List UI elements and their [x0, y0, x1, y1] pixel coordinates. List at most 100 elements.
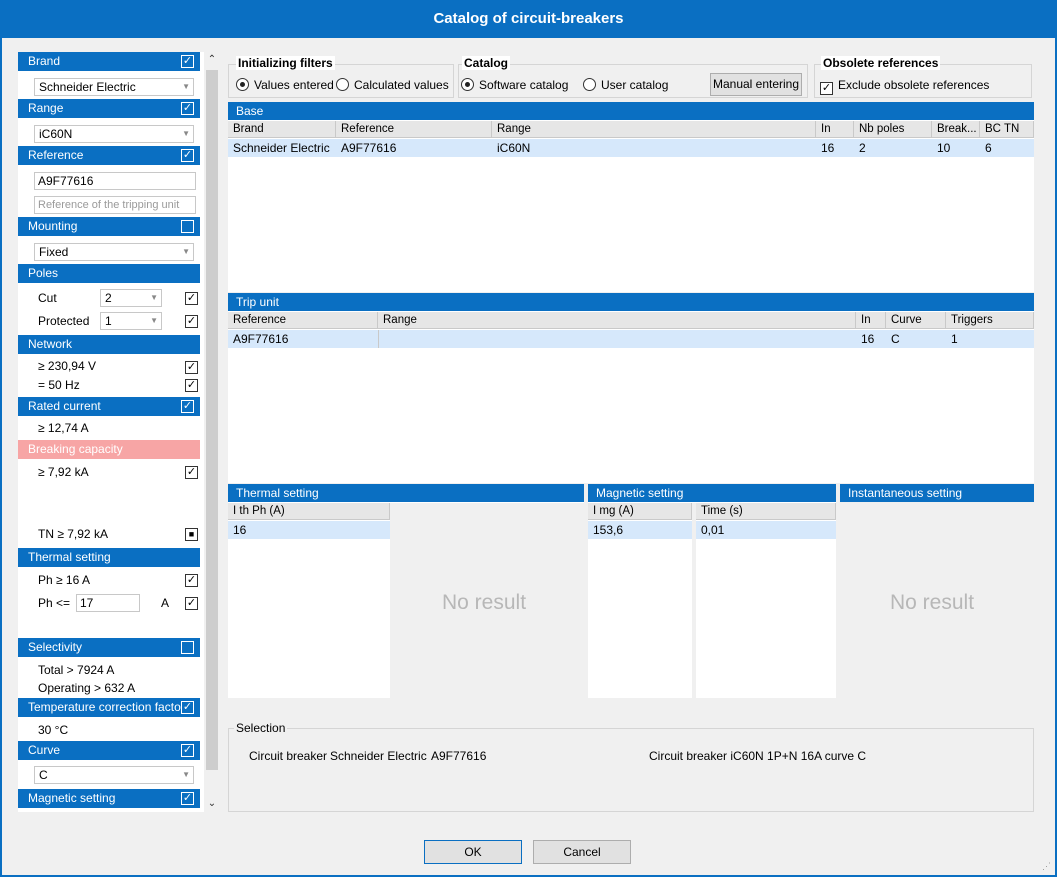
base-cell-range: iC60N	[492, 139, 816, 157]
curve-combo[interactable]: C ▼	[34, 766, 194, 784]
temperature-checkbox[interactable]: ✓	[181, 701, 194, 714]
magnetic-cell-img[interactable]: 153,6	[588, 521, 692, 539]
filter-temperature-header: Temperature correction factor ✓	[18, 698, 200, 717]
radio-calculated-values[interactable]: Calculated values	[336, 78, 449, 92]
catalog-label: Catalog	[462, 56, 511, 70]
trip-col-in[interactable]: In	[856, 312, 886, 329]
cancel-button[interactable]: Cancel	[533, 840, 631, 864]
base-col-range[interactable]: Range	[492, 121, 816, 138]
range-combo[interactable]: iC60N ▼	[34, 125, 194, 143]
thermal-ph-max-input[interactable]: 17	[76, 594, 140, 612]
selectivity-checkbox[interactable]	[181, 641, 194, 654]
network-frequency-checkbox[interactable]: ✓	[185, 379, 198, 392]
resize-grip-icon[interactable]: ⋰	[1042, 861, 1051, 872]
reference-checkbox[interactable]: ✓	[181, 149, 194, 162]
filter-reference-header: Reference ✓	[18, 146, 200, 165]
poles-cut-checkbox[interactable]: ✓	[185, 292, 198, 305]
chevron-down-icon: ▼	[150, 293, 158, 302]
magnetic-checkbox[interactable]: ✓	[181, 792, 194, 805]
poles-cut-label: Cut	[38, 291, 57, 305]
thermal-col-ith[interactable]: I th Ph (A)	[228, 503, 390, 520]
thermal-cell-ith[interactable]: 16	[228, 521, 390, 539]
instantaneous-setting-header: Instantaneous setting	[840, 484, 1034, 502]
radio-user-catalog[interactable]: User catalog	[583, 78, 668, 92]
base-col-brand[interactable]: Brand	[228, 121, 336, 138]
dialog-client: Brand ✓ Schneider Electric ▼ Range ✓ iC60N ▼…	[2, 38, 1055, 875]
radio-selected-icon	[461, 78, 474, 91]
thermal-ph-min: Ph ≥ 16 A	[38, 573, 90, 587]
filter-rated-current-header: Rated current ✓	[18, 397, 200, 416]
base-col-in[interactable]: In	[816, 121, 854, 138]
trip-cell-in: 16	[856, 330, 886, 348]
selection-group	[228, 728, 1034, 812]
trip-cell-reference: A9F77616	[228, 330, 378, 348]
thermal-no-result: No result	[442, 591, 527, 614]
trip-col-triggers[interactable]: Triggers	[946, 312, 1034, 329]
magnetic-divider	[692, 503, 696, 698]
filter-poles-header: Poles	[18, 264, 200, 283]
chevron-down-icon[interactable]: ⌄	[204, 796, 220, 812]
filter-network-header: Network	[18, 335, 200, 354]
brand-checkbox[interactable]: ✓	[181, 55, 194, 68]
selection-reference: A9F77616	[431, 749, 487, 763]
chevron-up-icon[interactable]: ⌃	[204, 52, 220, 68]
base-col-nb-poles[interactable]: Nb poles	[854, 121, 932, 138]
base-col-reference[interactable]: Reference	[336, 121, 492, 138]
curve-checkbox[interactable]: ✓	[181, 744, 194, 757]
initializing-filters-label: Initializing filters	[236, 56, 335, 70]
radio-software-catalog[interactable]: Software catalog	[461, 78, 568, 92]
reference-input[interactable]: A9F77616	[34, 172, 196, 190]
thermal-setting-header: Thermal setting	[228, 484, 584, 502]
exclude-obsolete-option[interactable]: ✓ Exclude obsolete references	[820, 78, 989, 95]
radio-icon	[583, 78, 596, 91]
temperature-value: 30 °C	[38, 723, 69, 737]
chevron-down-icon: ▼	[182, 247, 190, 256]
magnetic-cell-time[interactable]: 0,01	[696, 521, 836, 539]
filters-scrollbar[interactable]: ⌃ ⌄	[204, 52, 220, 812]
base-col-bc-tn[interactable]: BC TN	[980, 121, 1034, 138]
poles-protected-checkbox[interactable]: ✓	[185, 315, 198, 328]
exclude-obsolete-checkbox[interactable]: ✓	[820, 82, 833, 95]
thermal-ph-min-checkbox[interactable]: ✓	[185, 574, 198, 587]
network-voltage-checkbox[interactable]: ✓	[185, 361, 198, 374]
radio-icon	[336, 78, 349, 91]
selectivity-total: Total > 7924 A	[38, 663, 115, 677]
trip-col-range[interactable]: Range	[378, 312, 856, 329]
trip-col-reference[interactable]: Reference	[228, 312, 378, 329]
poles-cut-combo[interactable]: 2 ▼	[100, 289, 162, 307]
base-col-break[interactable]: Break...	[932, 121, 980, 138]
mounting-combo[interactable]: Fixed ▼	[34, 243, 194, 261]
trip-unit-reference-input[interactable]: Reference of the tripping unit	[34, 196, 196, 214]
magnetic-col-time[interactable]: Time (s)	[696, 503, 836, 520]
selectivity-operating: Operating > 632 A	[38, 681, 136, 695]
network-voltage: ≥ 230,94 V	[38, 359, 96, 373]
thermal-ph-max-checkbox[interactable]: ✓	[185, 597, 198, 610]
trip-col-curve[interactable]: Curve	[886, 312, 946, 329]
brand-combo[interactable]: Schneider Electric ▼	[34, 78, 194, 96]
thermal-ph-max-unit: A	[161, 596, 170, 610]
range-checkbox[interactable]: ✓	[181, 102, 194, 115]
rated-current-value: ≥ 12,74 A	[38, 421, 89, 435]
breaking-capacity-checkbox[interactable]: ✓	[185, 466, 198, 479]
trip-unit-header: Trip unit	[228, 293, 1034, 311]
base-header: Base	[228, 102, 1034, 120]
selection-brand: Schneider Electric	[330, 749, 427, 763]
mounting-checkbox[interactable]	[181, 220, 194, 233]
instantaneous-no-result: No result	[890, 591, 975, 614]
base-cell-reference: A9F77616	[336, 139, 492, 157]
thermal-ph-max-label: Ph <=	[38, 596, 71, 610]
selection-label: Selection	[234, 721, 288, 735]
scrollbar-thumb[interactable]	[206, 70, 218, 770]
ok-button[interactable]: OK	[424, 840, 522, 864]
breaking-capacity-tn-checkbox[interactable]: ■	[185, 528, 198, 541]
filter-curve-header: Curve ✓	[18, 741, 200, 760]
base-cell-bc-tn: 6	[980, 139, 1034, 157]
magnetic-col-img[interactable]: I mg (A)	[588, 503, 692, 520]
base-cell-break: 10	[932, 139, 980, 157]
filter-brand-header: Brand ✓	[18, 52, 200, 71]
rated-current-checkbox[interactable]: ✓	[181, 400, 194, 413]
poles-protected-combo[interactable]: 1 ▼	[100, 312, 162, 330]
network-frequency: = 50 Hz	[38, 378, 80, 392]
manual-entering-button[interactable]: Manual entering	[710, 73, 802, 96]
radio-values-entered[interactable]: Values entered	[236, 78, 334, 92]
